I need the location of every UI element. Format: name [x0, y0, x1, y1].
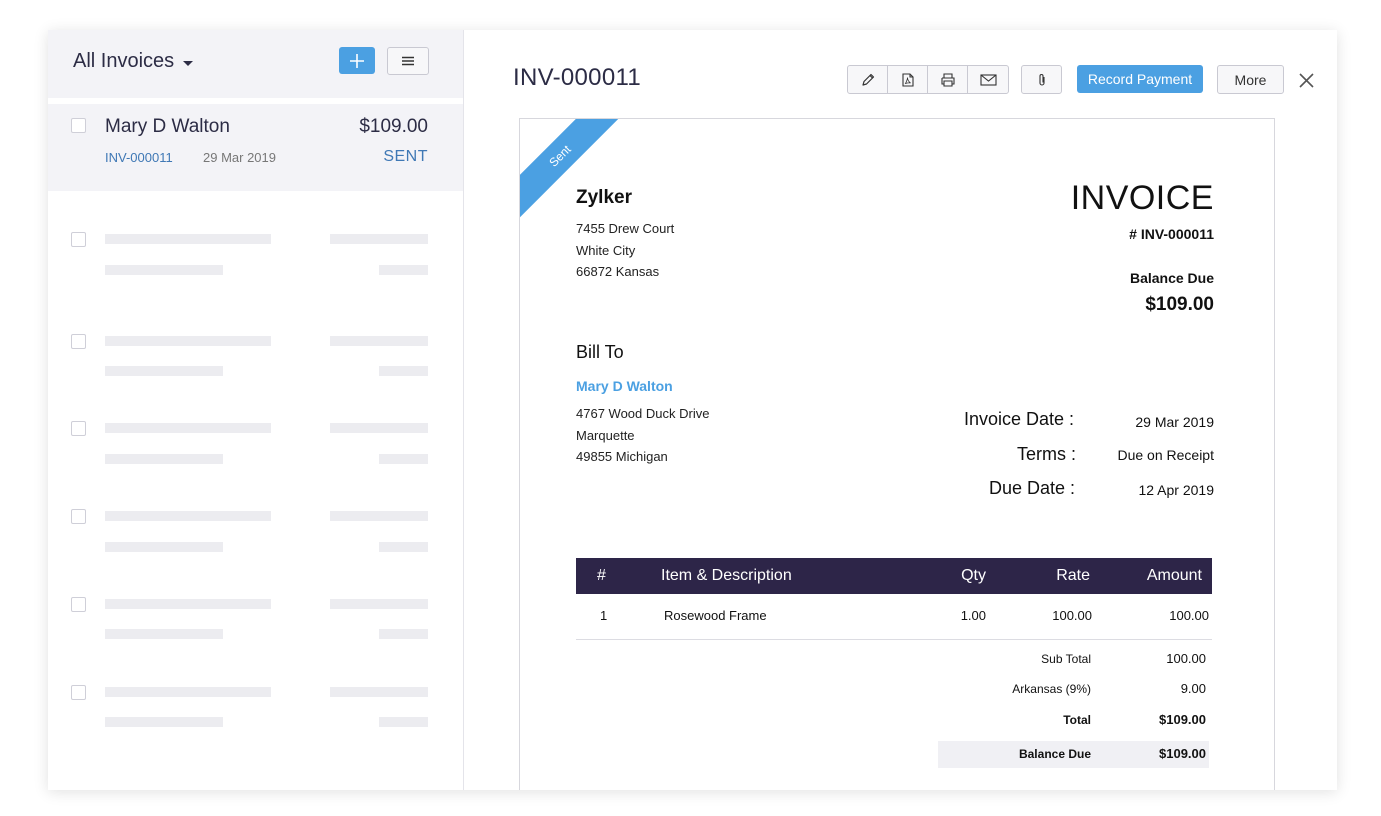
row-checkbox[interactable] [71, 597, 86, 612]
row-checkbox[interactable] [71, 118, 86, 133]
balance-due-label: Balance Due [1129, 270, 1214, 286]
caret-down-icon [183, 60, 194, 66]
list-item-invoice-number: INV-000011 [105, 150, 173, 165]
items-table-header: # Item & Description Qty Rate Amount [576, 558, 1212, 594]
total-value: $109.00 [1159, 712, 1206, 727]
summary-balance-due-value: $109.00 [1159, 746, 1206, 761]
due-date-value: 12 Apr 2019 [1138, 482, 1214, 498]
subtotal-label: Sub Total [1041, 652, 1091, 666]
list-item-amount: $109.00 [359, 116, 428, 137]
cell-qty: 1.00 [960, 608, 986, 623]
list-item-date: 29 Mar 2019 [203, 150, 276, 165]
sidebar-header: All Invoices [48, 30, 463, 98]
page-title: INV-000011 [513, 64, 641, 91]
document-title: INVOICE [1070, 179, 1214, 217]
total-label: Total [1063, 713, 1091, 727]
document-number: # INV-000011 [1129, 226, 1214, 242]
col-header-number: # [597, 567, 606, 584]
cell-amount: 100.00 [1169, 608, 1209, 623]
terms-label: Terms : [1016, 444, 1076, 464]
bill-to-address-line: 49855 Michigan [576, 449, 668, 464]
org-address-line: 66872 Kansas [576, 264, 660, 279]
invoice-actions-toolbar [847, 65, 1009, 94]
edit-button[interactable] [848, 66, 888, 93]
email-button[interactable] [968, 66, 1008, 93]
subtotal-value: 100.00 [1166, 651, 1206, 666]
summary-balance-due-label: Balance Due [1018, 747, 1091, 761]
cell-number: 1 [600, 608, 608, 623]
print-button[interactable] [928, 66, 968, 93]
list-item-customer: Mary D Walton [105, 116, 230, 137]
close-button[interactable] [1296, 70, 1316, 90]
row-checkbox[interactable] [71, 232, 86, 247]
cell-item: Rosewood Frame [664, 608, 767, 623]
col-header-item: Item & Description [661, 567, 792, 584]
organization-name: Zylker [576, 187, 632, 208]
balance-due-value: $109.00 [1145, 294, 1214, 315]
invoice-filter-dropdown[interactable]: All Invoices [73, 50, 194, 73]
more-button[interactable]: More [1217, 65, 1284, 94]
list-options-button[interactable] [387, 47, 429, 75]
invoice-list-item-active[interactable]: Mary D Walton $109.00 INV-000011 29 Mar … [48, 104, 463, 191]
invoice-app: All Invoices Mary D Walton $109.00 INV-0… [48, 30, 1337, 790]
row-checkbox[interactable] [71, 334, 86, 349]
print-icon [940, 72, 955, 87]
new-invoice-button[interactable] [339, 47, 375, 74]
bill-to-address-line: Marquette [576, 428, 635, 443]
tax-value: 9.00 [1180, 681, 1206, 696]
close-icon [1298, 72, 1314, 88]
bill-to-customer-link[interactable]: Mary D Walton [576, 378, 673, 394]
col-header-qty: Qty [961, 567, 986, 584]
menu-icon [402, 56, 414, 66]
pdf-button[interactable] [888, 66, 928, 93]
row-checkbox[interactable] [71, 685, 86, 700]
org-address-line: 7455 Drew Court [576, 221, 675, 236]
col-header-rate: Rate [1056, 567, 1090, 584]
pdf-icon [901, 72, 914, 87]
invoice-detail-panel: INV-000011 Record Payment More Sent Zylk… [464, 30, 1337, 790]
row-checkbox[interactable] [71, 509, 86, 524]
invoice-date-label: Invoice Date : [963, 409, 1074, 429]
plus-icon [350, 53, 364, 68]
invoice-filter-label: All Invoices [73, 50, 175, 72]
list-item-status: SENT [383, 148, 428, 165]
record-payment-button[interactable]: Record Payment [1077, 65, 1203, 93]
invoice-document: Sent Zylker 7455 Drew Court White City 6… [519, 118, 1275, 790]
bill-to-label: Bill To [576, 342, 624, 362]
attach-button[interactable] [1021, 65, 1062, 94]
paperclip-icon [1038, 73, 1045, 86]
tax-label: Arkansas (9%) [1012, 682, 1091, 696]
table-row: 1 Rosewood Frame 1.00 100.00 100.00 [576, 598, 1212, 640]
org-address-line: White City [576, 243, 636, 258]
invoice-date-value: 29 Mar 2019 [1135, 414, 1214, 430]
terms-value: Due on Receipt [1117, 447, 1214, 463]
bill-to-address-line: 4767 Wood Duck Drive [576, 406, 710, 421]
row-checkbox[interactable] [71, 421, 86, 436]
col-header-amount: Amount [1146, 567, 1202, 584]
due-date-label: Due Date : [988, 478, 1075, 498]
pencil-icon [861, 73, 874, 86]
cell-rate: 100.00 [1052, 608, 1092, 623]
invoice-list-sidebar: All Invoices Mary D Walton $109.00 INV-0… [48, 30, 464, 790]
mail-icon [979, 73, 997, 86]
